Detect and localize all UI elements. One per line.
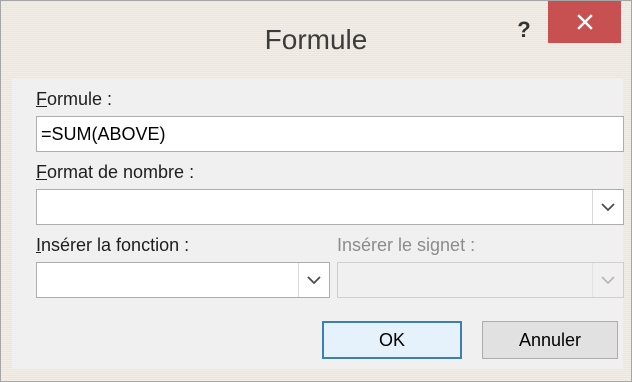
dialog-body: Formule : =SUM(ABOVE) Format de nombre :…	[12, 79, 624, 369]
formula-label-accelerator: F	[36, 89, 47, 109]
insert-bookmark-combo	[337, 262, 624, 298]
dialog-title: Formule	[264, 24, 368, 55]
close-icon	[576, 14, 593, 30]
formula-label-text: ormule :	[47, 89, 113, 109]
help-button[interactable]: ?	[514, 15, 534, 45]
chevron-down-icon	[601, 275, 615, 284]
cancel-button[interactable]: Annuler	[482, 321, 618, 359]
insert-bookmark-dropdown-button	[592, 263, 623, 297]
title-bar[interactable]: Formule ?	[1, 1, 631, 79]
number-format-label-text: ormat de nombre :	[47, 162, 195, 182]
chevron-down-icon	[601, 202, 615, 211]
insert-function-label: Insérer la fonction :	[36, 235, 189, 256]
insert-function-value	[41, 263, 295, 297]
insert-function-combo[interactable]	[36, 262, 330, 298]
number-format-combo[interactable]	[36, 189, 624, 225]
chevron-down-icon	[307, 275, 321, 284]
formula-input[interactable]: =SUM(ABOVE)	[36, 116, 624, 152]
number-format-value	[41, 190, 589, 224]
formula-label: Formule :	[36, 89, 112, 110]
number-format-label: Format de nombre :	[36, 162, 194, 183]
insert-bookmark-value	[342, 263, 589, 297]
close-button[interactable]	[548, 1, 621, 43]
number-format-label-accelerator: F	[36, 162, 47, 182]
ok-button[interactable]: OK	[322, 321, 462, 359]
number-format-dropdown-button[interactable]	[592, 190, 623, 224]
insert-bookmark-label: Insérer le signet :	[337, 235, 476, 255]
dialog-window: Formule ? Formule : =SUM(ABOVE) Format d…	[0, 0, 632, 382]
insert-function-label-text: nsérer la fonction :	[41, 235, 190, 255]
insert-function-dropdown-button[interactable]	[298, 263, 329, 297]
